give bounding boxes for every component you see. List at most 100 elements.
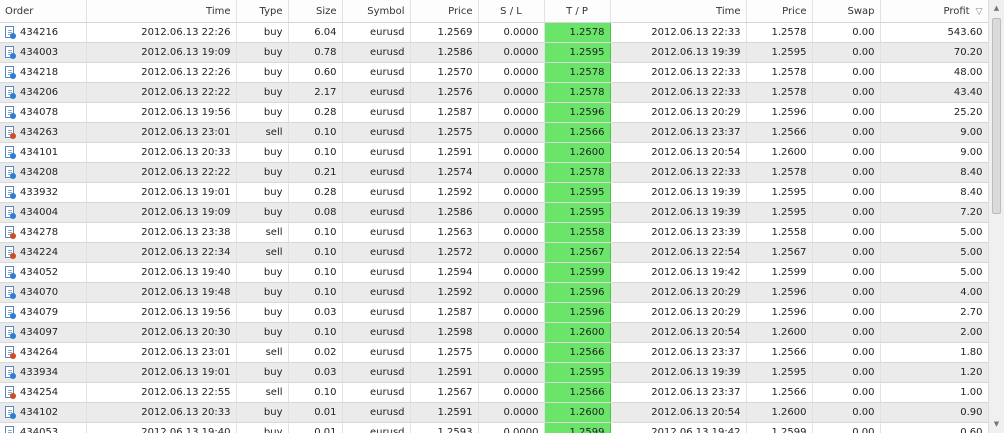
cell-swap: 0.00 (812, 102, 881, 123)
cell-type: buy (236, 102, 289, 123)
cell-close-price: 1.2596 (746, 282, 813, 303)
col-header-sl[interactable]: S / L (478, 0, 545, 23)
cell-time: 2012.06.13 19:48 (86, 282, 237, 303)
cell-swap: 0.00 (812, 262, 881, 283)
col-header-close-time[interactable]: Time (610, 0, 747, 23)
order-cell-content: 434078 (5, 106, 81, 119)
table-row[interactable]: 434052 2012.06.13 19:40 buy 0.10 eurusd 1.259… (0, 262, 988, 283)
col-header-price[interactable]: Price (410, 0, 479, 23)
cell-swap: 0.00 (812, 362, 881, 383)
order-cell-content: 433932 (5, 186, 81, 199)
scroll-up-arrow-icon[interactable]: ▲ (991, 3, 1002, 14)
table-row[interactable]: 434206 2012.06.13 22:22 buy 2.17 eurusd 1.257… (0, 82, 988, 103)
col-header-profit[interactable]: Profit ▽ (880, 0, 988, 23)
cell-order: 434218 (0, 62, 87, 83)
order-cell-content: 434208 (5, 166, 81, 179)
cell-order: 434070 (0, 282, 87, 303)
cell-profit: 1.00 (880, 382, 988, 403)
col-header-symbol[interactable]: Symbol (342, 0, 411, 23)
col-header-order[interactable]: Order (0, 0, 87, 23)
table-row[interactable]: 434102 2012.06.13 20:33 buy 0.01 eurusd 1.259… (0, 402, 988, 423)
table-row[interactable]: 434254 2012.06.13 22:55 sell 0.10 eurusd 1.25… (0, 382, 988, 403)
col-header-time[interactable]: Time (86, 0, 237, 23)
col-header-tp[interactable]: T / P (544, 0, 611, 23)
col-header-swap[interactable]: Swap (812, 0, 881, 23)
col-header-type[interactable]: Type (236, 0, 289, 23)
cell-sl: 0.0000 (478, 22, 545, 43)
order-number: 434052 (20, 267, 59, 278)
table-row[interactable]: 434101 2012.06.13 20:33 buy 0.10 eurusd 1.259… (0, 142, 988, 163)
order-cell-content: 434003 (5, 46, 81, 59)
cell-sl: 0.0000 (478, 302, 545, 323)
cell-profit: 2.70 (880, 302, 988, 323)
order-number: 434053 (20, 427, 59, 433)
order-number: 434079 (20, 307, 59, 318)
col-header-size[interactable]: Size (288, 0, 343, 23)
table-row[interactable]: 434216 2012.06.13 22:26 buy 6.04 eurusd 1.256… (0, 22, 988, 43)
table-row[interactable]: 433934 2012.06.13 19:01 buy 0.03 eurusd 1.259… (0, 362, 988, 383)
cell-time: 2012.06.13 20:33 (86, 402, 237, 423)
cell-close-price: 1.2578 (746, 162, 813, 183)
cell-symbol: eurusd (342, 142, 411, 163)
cell-swap: 0.00 (812, 422, 881, 433)
cell-symbol: eurusd (342, 122, 411, 143)
cell-type: buy (236, 302, 289, 323)
table-row[interactable]: 433932 2012.06.13 19:01 buy 0.28 eurusd 1.259… (0, 182, 988, 203)
cell-close-time: 2012.06.13 20:29 (610, 102, 747, 123)
cell-close-price: 1.2578 (746, 62, 813, 83)
cell-price: 1.2592 (410, 282, 479, 303)
cell-profit: 5.00 (880, 262, 988, 283)
table-row[interactable]: 434224 2012.06.13 22:34 sell 0.10 eurusd 1.25… (0, 242, 988, 263)
cell-size: 0.10 (288, 322, 343, 343)
table-row[interactable]: 434264 2012.06.13 23:01 sell 0.02 eurusd 1.25… (0, 342, 988, 363)
buy-order-icon (5, 106, 16, 119)
cell-price: 1.2594 (410, 262, 479, 283)
cell-sl: 0.0000 (478, 122, 545, 143)
table-row[interactable]: 434278 2012.06.13 23:38 sell 0.10 eurusd 1.25… (0, 222, 988, 243)
cell-close-price: 1.2595 (746, 182, 813, 203)
table-row[interactable]: 434078 2012.06.13 19:56 buy 0.28 eurusd 1.258… (0, 102, 988, 123)
table-row[interactable]: 434208 2012.06.13 22:22 buy 0.21 eurusd 1.257… (0, 162, 988, 183)
cell-sl: 0.0000 (478, 262, 545, 283)
buy-order-icon (5, 146, 16, 159)
cell-type: buy (236, 422, 289, 433)
cell-sl: 0.0000 (478, 402, 545, 423)
cell-close-price: 1.2566 (746, 382, 813, 403)
table-row[interactable]: 434097 2012.06.13 20:30 buy 0.10 eurusd 1.259… (0, 322, 988, 343)
cell-close-price: 1.2600 (746, 322, 813, 343)
vertical-scrollbar[interactable]: ▲ ▼ (988, 0, 1004, 433)
cell-tp: 1.2600 (544, 402, 611, 423)
cell-order: 434003 (0, 42, 87, 63)
table-row[interactable]: 434003 2012.06.13 19:09 buy 0.78 eurusd 1.258… (0, 42, 988, 63)
cell-type: buy (236, 162, 289, 183)
order-number: 434078 (20, 107, 59, 118)
cell-time: 2012.06.13 22:26 (86, 62, 237, 83)
cell-swap: 0.00 (812, 282, 881, 303)
cell-time: 2012.06.13 19:09 (86, 202, 237, 223)
table-row[interactable]: 434218 2012.06.13 22:26 buy 0.60 eurusd 1.257… (0, 62, 988, 83)
table-row[interactable]: 434263 2012.06.13 23:01 sell 0.10 eurusd 1.25… (0, 122, 988, 143)
table-row[interactable]: 434053 2012.06.13 19:40 buy 0.01 eurusd 1.259… (0, 422, 988, 433)
cell-size: 0.10 (288, 382, 343, 403)
buy-order-icon (5, 26, 16, 39)
scroll-down-arrow-icon[interactable]: ▼ (991, 419, 1002, 430)
buy-order-icon (5, 206, 16, 219)
cell-symbol: eurusd (342, 22, 411, 43)
cell-type: buy (236, 402, 289, 423)
cell-profit: 0.90 (880, 402, 988, 423)
sell-order-icon (5, 226, 16, 239)
table-row[interactable]: 434070 2012.06.13 19:48 buy 0.10 eurusd 1.259… (0, 282, 988, 303)
cell-profit: 9.00 (880, 142, 988, 163)
cell-size: 0.03 (288, 302, 343, 323)
table-row[interactable]: 434004 2012.06.13 19:09 buy 0.08 eurusd 1.258… (0, 202, 988, 223)
scrollbar-thumb[interactable] (992, 18, 1001, 214)
table-row[interactable]: 434079 2012.06.13 19:56 buy 0.03 eurusd 1.258… (0, 302, 988, 323)
cell-time: 2012.06.13 19:09 (86, 42, 237, 63)
cell-close-price: 1.2600 (746, 402, 813, 423)
order-cell-content: 434264 (5, 346, 81, 359)
cell-swap: 0.00 (812, 222, 881, 243)
cell-size: 0.10 (288, 142, 343, 163)
cell-type: buy (236, 182, 289, 203)
col-header-close-price[interactable]: Price (746, 0, 813, 23)
order-number: 434004 (20, 207, 59, 218)
